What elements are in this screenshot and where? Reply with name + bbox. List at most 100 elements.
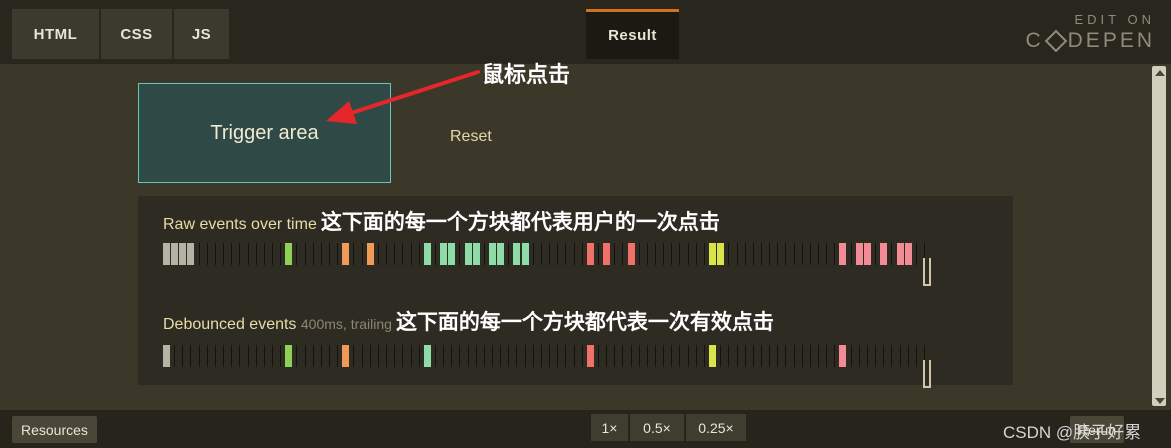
debounced-tick [908, 345, 909, 367]
raw-event-block [856, 243, 863, 265]
debounced-tick [875, 345, 876, 367]
codepen-logo-c: C [1025, 29, 1044, 52]
debounced-tick [207, 345, 208, 367]
debounced-tick [231, 345, 232, 367]
raw-tick [248, 243, 249, 265]
debounced-events-row-label: Debounced events 400ms, trailing 这下面的每一个方… [163, 306, 774, 336]
raw-event-block [179, 243, 186, 265]
zoom-0-25x-button[interactable]: 0.25× [686, 414, 746, 441]
debounced-tick [541, 345, 542, 367]
raw-tick [362, 243, 363, 265]
raw-tick [671, 243, 672, 265]
scroll-up-arrow-icon[interactable] [1155, 70, 1165, 76]
raw-tick [598, 243, 599, 265]
raw-events-lane [163, 243, 929, 265]
debounced-tick [402, 345, 403, 367]
raw-event-block [839, 243, 846, 265]
raw-tick [622, 243, 623, 265]
raw-event-block [465, 243, 472, 265]
debounced-tick [508, 345, 509, 367]
debounced-tick [321, 345, 322, 367]
raw-event-block [905, 243, 912, 265]
raw-tick [647, 243, 648, 265]
raw-timeline-cursor [923, 258, 931, 286]
debounced-tick [582, 345, 583, 367]
csdn-watermark: CSDN @胰子好累 [1003, 423, 1142, 442]
debounced-tick [867, 345, 868, 367]
raw-tick [459, 243, 460, 265]
debounced-tick [753, 345, 754, 367]
raw-event-block [187, 243, 194, 265]
raw-event-block [367, 243, 374, 265]
raw-tick [533, 243, 534, 265]
raw-event-block [171, 243, 178, 265]
raw-tick [582, 243, 583, 265]
raw-tick [785, 243, 786, 265]
editor-header: HTML CSS JS Result EDIT ON C DEPEN [0, 0, 1171, 64]
tab-html[interactable]: HTML [12, 9, 99, 59]
raw-tick [508, 243, 509, 265]
debounced-tick [435, 345, 436, 367]
raw-tick [875, 243, 876, 265]
zoom-1x-button[interactable]: 1× [591, 414, 628, 441]
raw-tick [329, 243, 330, 265]
raw-tick [916, 243, 917, 265]
debounced-tick [622, 345, 623, 367]
raw-event-block [424, 243, 431, 265]
trigger-area[interactable]: Trigger area [138, 83, 391, 183]
tab-result[interactable]: Result [586, 9, 679, 59]
raw-tick [574, 243, 575, 265]
raw-tick [663, 243, 664, 265]
debounced-tick [834, 345, 835, 367]
debounced-tick [851, 345, 852, 367]
raw-event-block [163, 243, 170, 265]
debounced-tick [679, 345, 680, 367]
debounced-tick [190, 345, 191, 367]
debounced-tick [443, 345, 444, 367]
debounced-tick [769, 345, 770, 367]
raw-tick [565, 243, 566, 265]
reset-link[interactable]: Reset [450, 128, 492, 146]
raw-tick [753, 243, 754, 265]
raw-event-block [587, 243, 594, 265]
scrollbar-thumb[interactable] [1152, 66, 1166, 406]
debounced-tick [199, 345, 200, 367]
raw-tick [737, 243, 738, 265]
zoom-0-5x-button[interactable]: 0.5× [630, 414, 684, 441]
codepen-cube-icon [1044, 29, 1067, 53]
debounced-tick [353, 345, 354, 367]
raw-event-block [473, 243, 480, 265]
debounced-event-block [709, 345, 716, 367]
raw-tick [215, 243, 216, 265]
debounced-tick [810, 345, 811, 367]
debounced-tick [533, 345, 534, 367]
raw-tick [239, 243, 240, 265]
resources-button[interactable]: Resources [12, 416, 97, 443]
debounced-event-block [424, 345, 431, 367]
debounced-events-lane [163, 345, 929, 367]
debounced-tick [386, 345, 387, 367]
debounced-tick [451, 345, 452, 367]
raw-event-block [603, 243, 610, 265]
raw-event-block [489, 243, 496, 265]
debounced-tick [720, 345, 721, 367]
scroll-down-arrow-icon[interactable] [1155, 398, 1165, 404]
raw-event-block [864, 243, 871, 265]
raw-tick [549, 243, 550, 265]
vertical-scrollbar[interactable] [1149, 64, 1171, 410]
tab-css[interactable]: CSS [101, 9, 172, 59]
tab-js[interactable]: JS [174, 9, 229, 59]
debounced-event-block [839, 345, 846, 367]
raw-event-block [448, 243, 455, 265]
debounced-tick [248, 345, 249, 367]
debounced-tick [370, 345, 371, 367]
debounced-tick [688, 345, 689, 367]
debounced-tick [329, 345, 330, 367]
raw-tick [280, 243, 281, 265]
debounced-tick [900, 345, 901, 367]
raw-tick [818, 243, 819, 265]
edit-on-codepen-link[interactable]: EDIT ON C DEPEN [1025, 12, 1155, 53]
raw-tick [223, 243, 224, 265]
debounced-events-annotation: 这下面的每一个方块都代表一次有效点击 [395, 311, 774, 334]
debounced-tick [704, 345, 705, 367]
